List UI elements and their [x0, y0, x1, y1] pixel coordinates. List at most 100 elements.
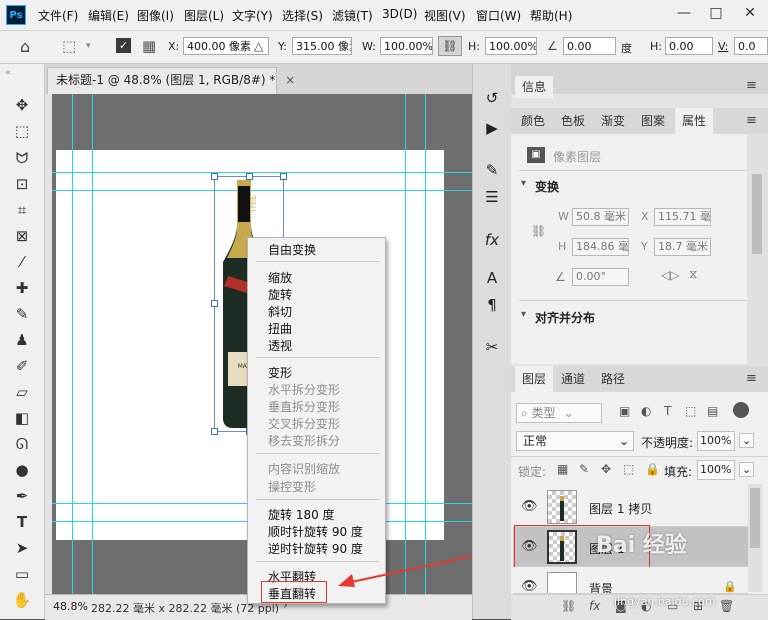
- chevron-down-icon[interactable]: ▾: [521, 309, 526, 320]
- hskew-input[interactable]: 0.00: [665, 37, 713, 55]
- fill-input[interactable]: 100%: [697, 460, 735, 480]
- prop-w-input[interactable]: 50.8 毫米: [572, 208, 629, 226]
- menu-layer[interactable]: 图层(L): [184, 7, 224, 24]
- menu-item-free-transform[interactable]: 自由变换: [268, 241, 316, 258]
- brush-settings-icon[interactable]: ✎: [482, 160, 502, 180]
- lock-position-icon[interactable]: ✥: [601, 462, 611, 476]
- tab-gradient[interactable]: 渐变: [595, 108, 631, 134]
- layer-row[interactable]: 👁 图层 1 拷贝: [513, 487, 748, 527]
- tab-pattern[interactable]: 图案: [635, 108, 671, 134]
- pen-tool-icon[interactable]: ✒: [10, 486, 34, 506]
- visibility-eye-icon[interactable]: 👁: [521, 499, 538, 514]
- menu-window[interactable]: 窗口(W): [476, 7, 521, 24]
- menu-file[interactable]: 文件(F): [38, 7, 78, 24]
- tab-info[interactable]: 信息: [515, 76, 553, 98]
- delete-layer-icon[interactable]: 🗑: [719, 599, 734, 613]
- y-input[interactable]: 315.00 像素: [292, 37, 352, 55]
- menu-item-rotate[interactable]: 旋转: [268, 286, 292, 303]
- brush-tool-icon[interactable]: ✎: [10, 304, 34, 324]
- lock-all-icon[interactable]: 🔒: [645, 462, 660, 476]
- close-window-button[interactable]: ✕: [740, 3, 760, 23]
- paragraph-icon[interactable]: ¶: [482, 295, 502, 315]
- menu-item-perspective[interactable]: 透视: [268, 337, 292, 354]
- tool-presets-icon[interactable]: ✂: [482, 337, 502, 357]
- panel-menu-icon[interactable]: ≡: [746, 113, 757, 128]
- transform-handle[interactable]: [211, 428, 218, 435]
- marquee-tool-icon[interactable]: ⬚: [10, 121, 34, 141]
- link-icon[interactable]: ⛓: [438, 36, 462, 56]
- play-actions-icon[interactable]: ▶: [482, 118, 502, 138]
- filter-type-icon[interactable]: T: [664, 404, 671, 418]
- move-tool-icon[interactable]: ✥: [10, 95, 34, 115]
- scrollbar-thumb[interactable]: [752, 174, 762, 254]
- path-select-tool-icon[interactable]: ➤: [10, 538, 34, 558]
- menu-edit[interactable]: 编辑(E): [88, 7, 129, 24]
- lock-transparent-icon[interactable]: ▦: [557, 462, 568, 476]
- properties-scrollbar[interactable]: [747, 134, 768, 364]
- layers-scrollbar[interactable]: [748, 484, 762, 592]
- menu-view[interactable]: 视图(V): [424, 7, 466, 24]
- tab-layers[interactable]: 图层: [515, 366, 553, 392]
- tab-paths[interactable]: 路径: [595, 366, 631, 392]
- character-icon[interactable]: A: [482, 268, 502, 288]
- chevron-down-icon[interactable]: ⌄: [739, 462, 755, 477]
- fx-icon[interactable]: fx: [482, 230, 502, 250]
- prop-angle-input[interactable]: 0.00°: [572, 268, 629, 286]
- menu-item-rotate-90-cw[interactable]: 顺时针旋转 90 度: [268, 523, 363, 540]
- layer-row[interactable]: 👁 背景 🔒: [513, 567, 748, 594]
- checkbox-checked-icon[interactable]: ✓: [116, 38, 131, 53]
- layer-filter-select[interactable]: ⌕ 类型 ⌄: [516, 403, 602, 423]
- gradient-tool-icon[interactable]: ◧: [10, 408, 34, 428]
- link-dimensions-icon[interactable]: ⛓: [531, 224, 546, 238]
- frame-tool-icon[interactable]: ⊠: [10, 226, 34, 246]
- menu-item-rotate-180[interactable]: 旋转 180 度: [268, 506, 335, 523]
- transform-handle[interactable]: [246, 173, 253, 180]
- vskew-input[interactable]: 0.0: [734, 37, 768, 55]
- rectangle-tool-icon[interactable]: ▭: [10, 564, 34, 584]
- close-tab-icon[interactable]: ×: [285, 73, 295, 87]
- lasso-tool-icon[interactable]: ᗢ: [10, 148, 34, 168]
- tab-color[interactable]: 颜色: [515, 108, 551, 134]
- filter-adjustment-icon[interactable]: ◐: [641, 404, 651, 418]
- transform-handle[interactable]: [280, 173, 287, 180]
- document-tab[interactable]: 未标题-1 @ 48.8% (图层 1, RGB/8#) * ×: [47, 67, 295, 94]
- crop-tool-icon[interactable]: ⌗: [10, 200, 34, 220]
- zoom-level[interactable]: 48.8%: [53, 600, 88, 613]
- transform-tool-icon[interactable]: ⬚: [62, 37, 76, 55]
- layer-name[interactable]: 图层 1 拷贝: [589, 500, 652, 517]
- link-layers-icon[interactable]: ⛓: [561, 599, 576, 613]
- menu-filter[interactable]: 滤镜(T): [332, 7, 373, 24]
- h-input[interactable]: 100.00%: [485, 37, 537, 55]
- filter-toggle-icon[interactable]: [733, 402, 749, 418]
- type-tool-icon[interactable]: T: [10, 512, 34, 532]
- filter-shape-icon[interactable]: ⬚: [685, 404, 696, 418]
- flip-horizontal-icon[interactable]: ◁▷: [661, 268, 679, 282]
- triangle-icon[interactable]: △: [254, 39, 263, 53]
- menu-item-warp[interactable]: 变形: [268, 364, 292, 381]
- fx-icon[interactable]: fx: [589, 599, 600, 613]
- chevron-down-icon[interactable]: ▾: [86, 41, 91, 51]
- adjustments-icon[interactable]: ☰: [482, 187, 502, 207]
- home-icon[interactable]: ⌂: [20, 37, 30, 56]
- chevron-down-icon[interactable]: ▾: [521, 178, 526, 189]
- lock-pixels-icon[interactable]: ✎: [579, 462, 589, 476]
- quick-select-tool-icon[interactable]: ⊡: [10, 174, 34, 194]
- eraser-tool-icon[interactable]: ▱: [10, 382, 34, 402]
- menu-item-skew[interactable]: 斜切: [268, 303, 292, 320]
- w-input[interactable]: 100.00%: [380, 37, 433, 55]
- history-brush-icon[interactable]: ✐: [10, 356, 34, 376]
- tab-swatches[interactable]: 色板: [555, 108, 591, 134]
- flip-vertical-icon[interactable]: ⧖: [689, 267, 697, 282]
- panel-menu-icon[interactable]: ≡: [746, 78, 757, 93]
- menu-item-distort[interactable]: 扭曲: [268, 320, 292, 337]
- menu-type[interactable]: 文字(Y): [232, 7, 273, 24]
- menu-image[interactable]: 图像(I): [137, 7, 174, 24]
- angle-input[interactable]: 0.00: [563, 37, 616, 55]
- panel-menu-icon[interactable]: ≡: [746, 371, 757, 386]
- lock-artboard-icon[interactable]: ⬚: [623, 462, 634, 476]
- visibility-eye-icon[interactable]: 👁: [521, 579, 538, 593]
- restore-button[interactable]: □: [706, 3, 726, 23]
- filter-smart-object-icon[interactable]: ▤: [707, 404, 718, 418]
- menu-item-scale[interactable]: 缩放: [268, 269, 292, 286]
- reference-point-icon[interactable]: ▦: [142, 37, 156, 55]
